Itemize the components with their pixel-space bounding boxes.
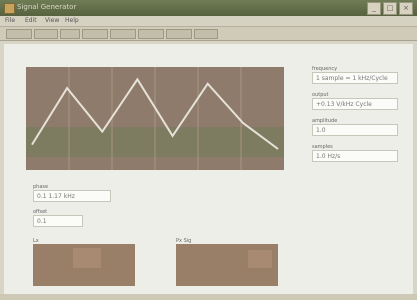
panel-cell bbox=[73, 248, 101, 268]
phase-field[interactable]: 0.1 1.17 kHz bbox=[33, 190, 111, 202]
window-title: Signal Generator bbox=[17, 3, 77, 11]
left-preview-panel bbox=[33, 244, 135, 286]
toolbar-button[interactable] bbox=[34, 29, 58, 39]
maximize-button[interactable]: □ bbox=[383, 2, 397, 15]
menu-view[interactable]: View bbox=[45, 17, 59, 24]
offset-field[interactable]: 0.1 bbox=[33, 215, 83, 227]
title-bar: Signal Generator _ □ × bbox=[0, 0, 417, 16]
toolbar-button[interactable] bbox=[194, 29, 218, 39]
right-preview-panel bbox=[176, 244, 278, 286]
menu-edit[interactable]: Edit bbox=[25, 17, 37, 24]
toolbar-button[interactable] bbox=[110, 29, 136, 39]
menu-help[interactable]: Help bbox=[65, 17, 79, 24]
panel-cell bbox=[248, 250, 272, 268]
frequency-field[interactable]: 1 sample = 1 kHz/Cycle bbox=[312, 72, 398, 84]
window-controls: _ □ × bbox=[367, 2, 413, 15]
toolbar bbox=[0, 27, 417, 41]
menu-file[interactable]: File bbox=[5, 17, 15, 24]
close-button[interactable]: × bbox=[399, 2, 413, 15]
toolbar-button[interactable] bbox=[60, 29, 80, 39]
toolbar-button[interactable] bbox=[6, 29, 32, 39]
app-icon bbox=[4, 3, 15, 14]
toolbar-button[interactable] bbox=[166, 29, 192, 39]
samples-field[interactable]: 1.0 Hz/s bbox=[312, 150, 398, 162]
waveform-chart bbox=[26, 67, 284, 170]
minimize-button[interactable]: _ bbox=[367, 2, 381, 15]
toolbar-button[interactable] bbox=[138, 29, 164, 39]
output-field[interactable]: +0.13 V/kHz Cycle bbox=[312, 98, 398, 110]
status-bar bbox=[0, 294, 417, 300]
amplitude-field[interactable]: 1.0 bbox=[312, 124, 398, 136]
menu-bar: File Edit View Help bbox=[0, 16, 417, 27]
toolbar-button[interactable] bbox=[82, 29, 108, 39]
